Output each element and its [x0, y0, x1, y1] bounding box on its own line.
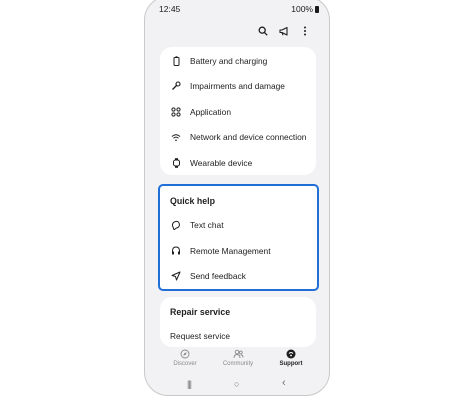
send-icon: [171, 271, 181, 281]
megaphone-icon[interactable]: [278, 25, 290, 37]
list-item-battery[interactable]: Battery and charging: [171, 53, 310, 69]
phone-frame: 12:45 100% Battery and charging Impairme…: [144, 0, 330, 396]
status-battery: 100%: [291, 4, 319, 14]
list-item-label: Remote Management: [190, 246, 271, 256]
status-time: 12:45: [159, 4, 181, 14]
list-item-text-chat[interactable]: Text chat: [171, 217, 311, 233]
list-item-label: Text chat: [190, 220, 224, 230]
list-item-label: Wearable device: [190, 158, 253, 168]
nav-community[interactable]: Community: [213, 349, 263, 367]
apps-icon: [171, 107, 181, 117]
list-item-wearable[interactable]: Wearable device: [171, 155, 310, 171]
chat-icon: [171, 220, 181, 230]
nav-discover[interactable]: Discover: [160, 349, 210, 367]
list-item-label: Request service: [170, 331, 231, 341]
nav-label: Community: [222, 361, 254, 367]
home-button[interactable]: ○: [234, 379, 239, 389]
wifi-icon: [171, 132, 181, 142]
wrench-icon: [171, 81, 181, 91]
top-actions: [257, 25, 311, 37]
quick-help-card: Quick help Text chat Remote Management S…: [158, 184, 319, 291]
battery-icon: [315, 5, 319, 13]
list-item-label: Application: [190, 107, 231, 117]
quick-help-title: Quick help: [170, 196, 215, 206]
recents-button[interactable]: |||: [187, 379, 192, 389]
search-icon[interactable]: [257, 25, 269, 37]
list-item-request-service[interactable]: Request service: [170, 328, 310, 344]
list-item-remote-management[interactable]: Remote Management: [171, 243, 311, 259]
list-item-impairments[interactable]: Impairments and damage: [171, 78, 310, 94]
system-navigation: ||| ○ ‹: [145, 377, 329, 391]
list-item-send-feedback[interactable]: Send feedback: [171, 268, 311, 284]
device-categories-card: Battery and charging Impairments and dam…: [160, 47, 316, 175]
repair-service-card: Repair service Request service: [160, 297, 316, 347]
nav-support[interactable]: Support: [266, 349, 316, 367]
list-item-label: Impairments and damage: [190, 81, 285, 91]
nav-label: Discover: [173, 361, 197, 367]
status-bar: 12:45 100%: [145, 1, 329, 15]
list-item-network[interactable]: Network and device connection: [171, 129, 310, 145]
back-button[interactable]: ‹: [282, 377, 286, 389]
battery-percent: 100%: [291, 4, 313, 14]
list-item-label: Battery and charging: [190, 56, 268, 66]
list-item-label: Send feedback: [190, 271, 246, 281]
headset-icon: [171, 246, 181, 256]
list-item-application[interactable]: Application: [171, 104, 310, 120]
compass-icon: [160, 349, 210, 359]
watch-icon: [171, 158, 181, 168]
repair-service-title: Repair service: [170, 307, 231, 317]
nav-label: Support: [279, 361, 303, 367]
list-item-label: Network and device connection: [190, 132, 307, 142]
bottom-navigation: Discover Community Support: [145, 349, 329, 375]
more-vert-icon[interactable]: [299, 25, 311, 37]
battery-icon: [171, 56, 181, 66]
people-icon: [213, 349, 263, 359]
support-icon: [266, 349, 316, 359]
